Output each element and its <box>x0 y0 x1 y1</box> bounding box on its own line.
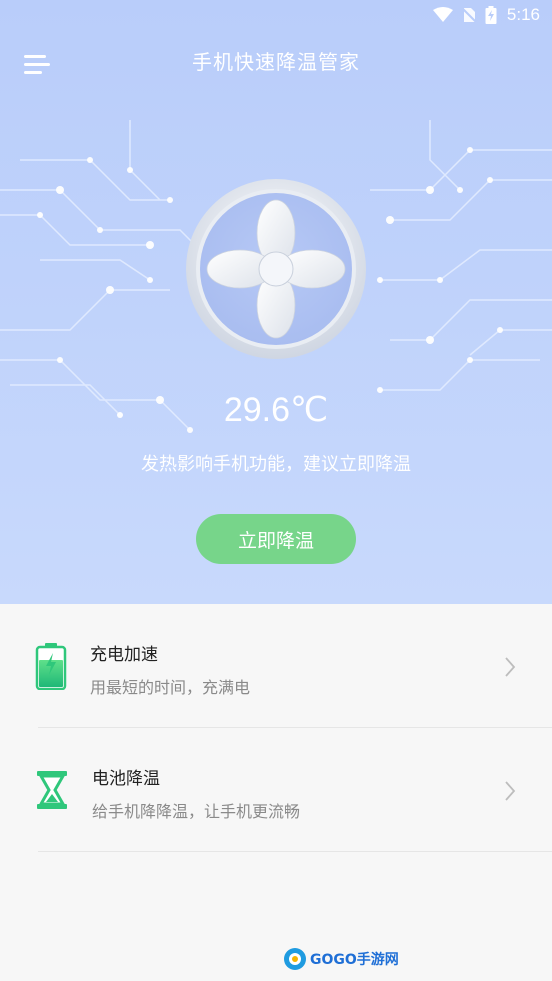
wifi-icon <box>432 7 453 22</box>
chevron-right-icon <box>505 657 516 677</box>
list-item-title: 电池降温 <box>92 769 160 789</box>
watermark-logo: GOGO手游网 <box>283 944 399 974</box>
fan-icon <box>186 179 366 359</box>
watermark-text: GOGO手游网 <box>310 952 399 968</box>
divider <box>38 851 552 852</box>
heat-warning-text: 发热影响手机功能，建议立即降温 <box>141 454 411 475</box>
page-title: 手机快速降温管家 <box>192 50 360 74</box>
no-sim-icon <box>461 7 477 23</box>
list-item-title: 充电加速 <box>90 645 158 665</box>
temperature-value: 29.6℃ <box>223 391 329 429</box>
list-item-charge-boost[interactable]: 充电加速 用最短的时间，充满电 <box>0 604 552 727</box>
list-item-subtitle: 用最短的时间，充满电 <box>90 678 251 697</box>
battery-icon <box>485 6 497 24</box>
battery-charging-icon <box>35 643 67 690</box>
gogo-logo-icon <box>284 948 306 970</box>
status-bar: 5:16 <box>0 0 552 30</box>
hero-panel: 5:16 手机快速降温管家 29.6℃ 发热影响手机功能，建议立即降温 立即降温 <box>0 0 552 604</box>
cool-now-button[interactable]: 立即降温 <box>196 514 356 564</box>
list-item-battery-cooling[interactable]: 电池降温 给手机降降温，让手机更流畅 <box>0 728 552 851</box>
clock: 5:16 <box>506 5 540 24</box>
list-item-subtitle: 给手机降降温，让手机更流畅 <box>92 802 301 821</box>
hourglass-icon <box>37 771 67 809</box>
chevron-right-icon <box>505 781 516 801</box>
